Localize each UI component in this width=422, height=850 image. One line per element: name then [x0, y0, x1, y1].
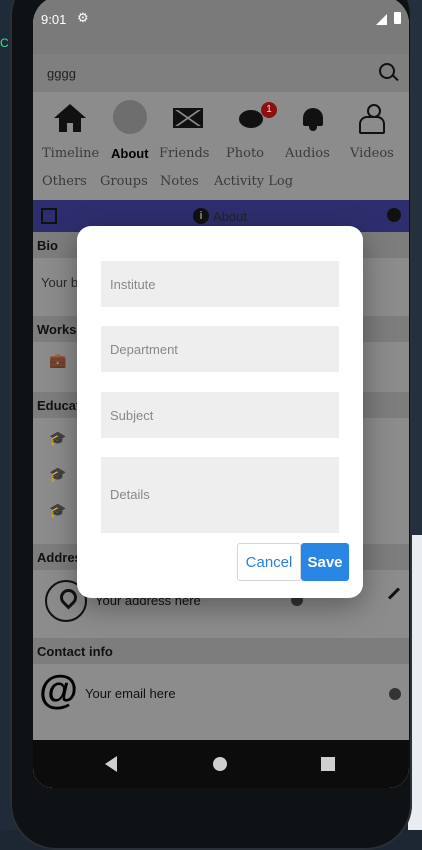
mail-icon[interactable]	[173, 108, 203, 128]
search-input[interactable]: gggg	[47, 66, 76, 81]
email-at-icon: @	[39, 668, 79, 712]
search-bar[interactable]: gggg	[33, 54, 409, 92]
tab-videos[interactable]: Videos	[350, 146, 394, 161]
edit-icon[interactable]	[41, 208, 57, 224]
bio-label: Bio	[37, 238, 58, 253]
group-icon[interactable]	[357, 102, 387, 134]
android-nav-bar	[33, 740, 409, 788]
contact-label: Contact info	[37, 644, 113, 659]
bell-icon[interactable]	[301, 106, 325, 131]
signal-icon	[376, 14, 387, 25]
tab-timeline[interactable]: Timeline	[42, 146, 99, 161]
education-label: Educat	[37, 398, 81, 413]
desktop-edge-text: C	[0, 36, 9, 50]
chat-icon[interactable]	[239, 110, 263, 128]
graduation-cap-icon: 🎓	[49, 502, 67, 518]
briefcase-icon: 💼	[49, 352, 67, 368]
department-field[interactable]	[101, 326, 339, 372]
search-icon[interactable]	[379, 63, 395, 79]
globe-icon[interactable]	[387, 208, 401, 222]
contact-section-header: Contact info	[33, 638, 409, 664]
tab-audios[interactable]: Audios	[285, 146, 330, 161]
phone-screen: 9:01 ⚙ gggg 1 Timeline About Friends Pho…	[33, 0, 409, 788]
details-field[interactable]	[101, 457, 339, 533]
education-dialog: Cancel Save	[77, 226, 363, 598]
recents-icon[interactable]	[321, 757, 335, 771]
bio-placeholder: Your b	[41, 275, 79, 290]
settings-gear-icon: ⚙	[77, 10, 89, 25]
tab-notes[interactable]: Notes	[160, 174, 199, 189]
back-icon[interactable]	[105, 756, 117, 772]
tab-photo[interactable]: Photo	[226, 146, 264, 161]
tab-activity-log[interactable]: Activity Log	[214, 174, 293, 189]
email-privacy-globe-icon[interactable]	[389, 688, 401, 700]
graduation-cap-icon: 🎓	[49, 466, 67, 482]
email-value: Your email here	[85, 686, 176, 701]
chat-badge: 1	[261, 102, 277, 118]
status-bar: 9:01 ⚙	[33, 0, 409, 54]
status-time: 9:01	[41, 12, 67, 27]
battery-icon	[394, 12, 401, 24]
save-button[interactable]: Save	[301, 543, 349, 581]
tabs-row-2: Others Groups Notes Activity Log	[33, 174, 409, 196]
tabs-row-1: Timeline About Friends Photo Audios Vide…	[33, 146, 409, 168]
home-button-icon[interactable]	[213, 757, 227, 771]
about-title: About	[213, 209, 247, 224]
edit-pencil-icon[interactable]	[387, 587, 401, 600]
profile-icon-row: 1	[33, 98, 409, 142]
works-label: Works	[37, 322, 77, 337]
tab-groups[interactable]: Groups	[100, 174, 148, 189]
phone-frame: 9:01 ⚙ gggg 1 Timeline About Friends Pho…	[10, 0, 412, 850]
institute-field[interactable]	[101, 261, 339, 307]
graduation-cap-icon: 🎓	[49, 430, 67, 446]
subject-field[interactable]	[101, 392, 339, 438]
info-icon: i	[193, 208, 209, 224]
avatar-icon[interactable]	[113, 100, 147, 134]
cancel-button[interactable]: Cancel	[237, 543, 301, 581]
address-label: Addres	[37, 550, 82, 565]
tab-others[interactable]: Others	[42, 174, 87, 189]
tab-about[interactable]: About	[111, 146, 149, 161]
tab-friends[interactable]: Friends	[159, 146, 209, 161]
home-icon[interactable]	[53, 104, 87, 138]
email-row[interactable]: @ Your email here	[33, 664, 409, 724]
